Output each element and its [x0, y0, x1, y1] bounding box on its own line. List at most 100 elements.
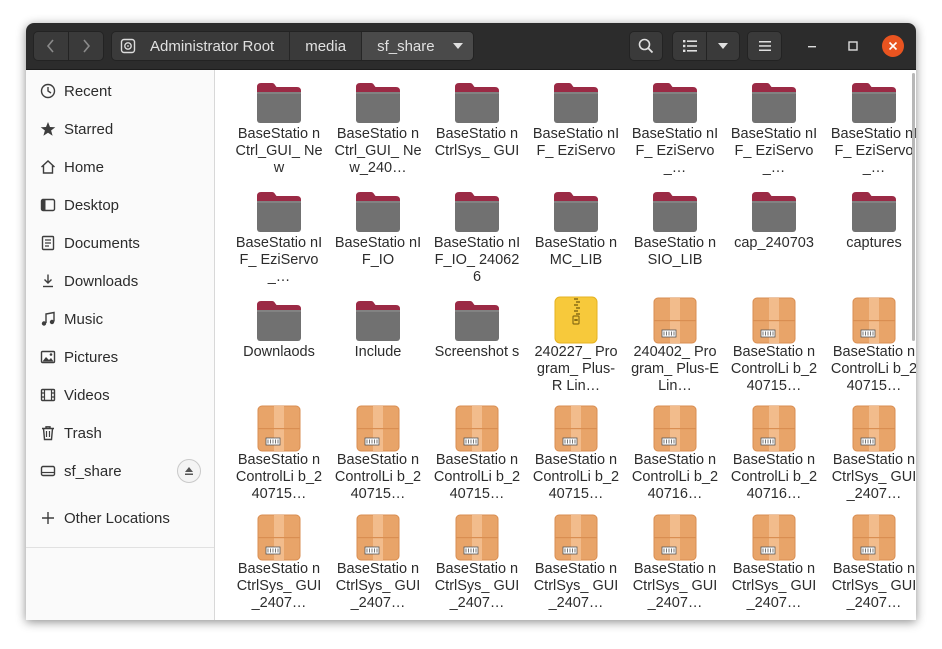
drive-icon [120, 38, 136, 54]
file-item[interactable]: Include [334, 288, 422, 396]
file-item[interactable]: BaseStatio nIF_ EziServo_… [730, 70, 818, 178]
archive-icon [651, 296, 699, 344]
maximize-button[interactable] [842, 35, 864, 57]
file-item[interactable]: BaseStatio nIF_IO [334, 179, 422, 287]
file-item[interactable]: BaseStatio nMC_LIB [532, 179, 620, 287]
file-name: BaseStatio nCtrlSys_ GUI_2407… [632, 561, 718, 611]
file-item[interactable]: BaseStatio nControlLi b_240715… [830, 288, 916, 396]
folder-icon [651, 78, 699, 126]
folder-icon [255, 187, 303, 235]
file-item[interactable]: BaseStatio nIF_IO_ 240626 [433, 179, 521, 287]
file-item[interactable]: BaseStatio nCtrl_GUI_ New [235, 70, 323, 178]
search-button[interactable] [629, 31, 663, 61]
file-name: Include [354, 344, 402, 360]
breadcrumb-item-root[interactable]: Administrator Root [112, 32, 291, 60]
back-button[interactable] [33, 31, 69, 61]
file-item[interactable]: BaseStatio nCtrlSys_ GUI_2407… [235, 505, 323, 613]
sidebar-item-recent[interactable]: Recent [26, 74, 214, 108]
file-item[interactable]: BaseStatio nIF_ EziServo_… [235, 179, 323, 287]
view-toggle-button[interactable] [672, 31, 707, 61]
file-item[interactable]: BaseStatio nIF_ EziServo_… [830, 70, 916, 178]
archive-icon [453, 404, 501, 452]
file-item[interactable]: BaseStatio nControlLi b_240716… [730, 396, 818, 504]
sidebar-item-home[interactable]: Home [26, 150, 214, 184]
file-name: BaseStatio nCtrlSys_ GUI_2407… [731, 561, 817, 611]
sidebar-item-desktop[interactable]: Desktop [26, 188, 214, 222]
file-name: BaseStatio nIF_IO [334, 235, 422, 268]
file-name: captures [846, 235, 902, 251]
folder-icon [354, 296, 402, 344]
sidebar-item-documents[interactable]: Documents [26, 226, 214, 260]
hamburger-menu-icon [758, 41, 771, 51]
eject-button[interactable] [177, 459, 201, 483]
sidebar-item-label: Starred [64, 120, 114, 138]
folder-icon [354, 187, 402, 235]
file-item[interactable]: BaseStatio nCtrlSys_ GUI [433, 70, 521, 178]
file-item[interactable]: 240402_ Program_ Plus-E Lin… [631, 288, 719, 396]
forward-button[interactable] [68, 31, 104, 61]
sidebar-item-videos[interactable]: Videos [26, 378, 214, 412]
file-item[interactable]: BaseStatio nCtrlSys_ GUI_2407… [433, 505, 521, 613]
folder-icon [651, 187, 699, 235]
archive-icon [552, 404, 600, 452]
trash-icon [39, 424, 57, 442]
eject-icon [185, 467, 193, 475]
file-item[interactable]: BaseStatio nControlLi b_240715… [730, 288, 818, 396]
clock-icon [39, 82, 57, 100]
file-name: BaseStatio nCtrlSys_ GUI_2407… [335, 561, 421, 611]
file-item[interactable]: 240227_ Program_ Plus-R Lin… [532, 288, 620, 396]
file-item[interactable]: BaseStatio nControlLi b_240715… [235, 396, 323, 504]
header-bar: Administrator Root media sf_share [26, 23, 916, 70]
sidebar-item-music[interactable]: Music [26, 302, 214, 336]
chevron-right-icon [83, 39, 91, 53]
folder-icon [453, 187, 501, 235]
file-item[interactable]: captures [830, 179, 916, 287]
archive-icon [552, 513, 600, 561]
file-name: BaseStatio nIF_IO_ 240626 [433, 235, 521, 285]
download-icon [39, 272, 57, 290]
file-item[interactable]: BaseStatio nIF_ EziServo_… [631, 70, 719, 178]
file-item[interactable]: BaseStatio nCtrlSys_ GUI_2407… [830, 396, 916, 504]
file-item[interactable]: BaseStatio nControlLi b_240715… [334, 396, 422, 504]
file-item[interactable]: BaseStatio nCtrlSys_ GUI_2407… [830, 505, 916, 613]
file-item[interactable]: cap_240703 [730, 179, 818, 287]
file-item[interactable]: BaseStatio nControlLi b_240715… [433, 396, 521, 504]
file-item[interactable]: BaseStatio nCtrlSys_ GUI_2407… [631, 505, 719, 613]
sidebar-item-trash[interactable]: Trash [26, 416, 214, 450]
sidebar: Recent Starred Home Desktop Documents Do… [26, 70, 215, 620]
sidebar-item-sf-share[interactable]: sf_share [26, 454, 214, 488]
file-item[interactable]: BaseStatio nCtrl_GUI_ New_240… [334, 70, 422, 178]
file-item[interactable]: Downlaods [235, 288, 323, 396]
archive-icon [255, 404, 303, 452]
file-item[interactable]: BaseStatio nCtrlSys_ GUI_2407… [532, 505, 620, 613]
view-options-dropdown[interactable] [706, 31, 740, 61]
sidebar-item-pictures[interactable]: Pictures [26, 340, 214, 374]
file-item[interactable]: BaseStatio nSIO_LIB [631, 179, 719, 287]
file-item[interactable]: BaseStatio nControlLi b_240716… [631, 396, 719, 504]
archive-icon [750, 296, 798, 344]
file-item[interactable]: BaseStatio nCtrlSys_ GUI_2407… [334, 505, 422, 613]
close-button[interactable] [882, 35, 904, 57]
chevron-down-icon [718, 43, 728, 49]
sidebar-item-downloads[interactable]: Downloads [26, 264, 214, 298]
drive-icon [39, 462, 57, 480]
file-item[interactable]: BaseStatio nIF_ EziServo [532, 70, 620, 178]
scrollbar[interactable] [912, 73, 915, 341]
archive-icon [750, 513, 798, 561]
breadcrumb-label: sf_share [377, 37, 435, 55]
file-item[interactable]: BaseStatio nCtrlSys_ GUI_2407… [730, 505, 818, 613]
list-view-icon [682, 40, 697, 52]
sidebar-item-other-locations[interactable]: Other Locations [26, 501, 214, 535]
archive-icon [651, 404, 699, 452]
main-menu-button[interactable] [747, 31, 782, 61]
file-item[interactable]: BaseStatio nControlLi b_240715… [532, 396, 620, 504]
folder-icon [850, 187, 898, 235]
minimize-button[interactable] [801, 35, 823, 57]
video-icon [39, 386, 57, 404]
file-item[interactable]: Screenshot s [433, 288, 521, 396]
breadcrumb-item-media[interactable]: media [290, 32, 363, 60]
archive-icon [354, 513, 402, 561]
sidebar-item-starred[interactable]: Starred [26, 112, 214, 146]
file-name: BaseStatio nIF_ EziServo [532, 126, 620, 159]
breadcrumb-item-current[interactable]: sf_share [362, 32, 473, 60]
